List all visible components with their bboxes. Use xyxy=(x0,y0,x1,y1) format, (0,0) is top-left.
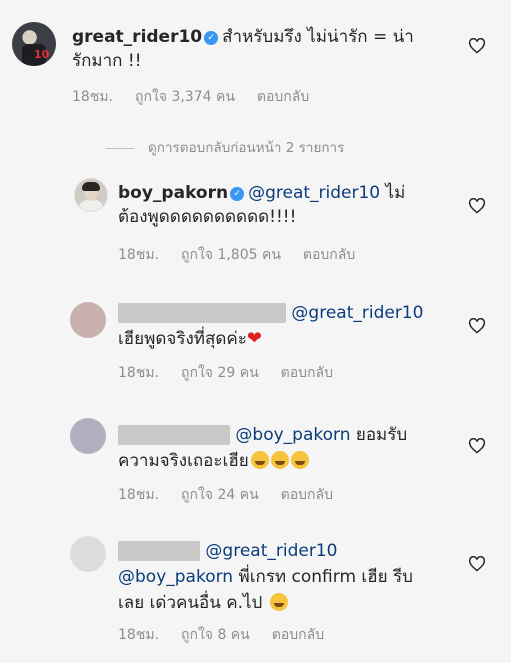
timestamp: 18ชม. xyxy=(118,247,159,263)
comment-text: @great_rider10 xyxy=(118,302,423,324)
heart-outline-icon[interactable] xyxy=(468,437,486,454)
like-count[interactable]: ถูกใจ 24 คน xyxy=(181,487,259,503)
timestamp: 18ชม. xyxy=(118,487,159,503)
verified-badge-icon: ✓ xyxy=(230,187,245,201)
rofl-emoji-icon xyxy=(290,451,309,469)
mention-link[interactable]: @great_rider10 xyxy=(205,541,337,561)
like-count[interactable]: ถูกใจ 1,805 คน xyxy=(181,247,281,263)
mention-link[interactable]: @boy_pakorn xyxy=(235,425,350,445)
like-count[interactable]: ถูกใจ 3,374 คน xyxy=(135,89,235,105)
timestamp: 18ชม. xyxy=(72,89,113,105)
verified-badge-icon: ✓ xyxy=(204,31,219,45)
view-previous-replies[interactable]: ดูการตอบกลับก่อนหน้า 2 รายการ xyxy=(106,136,344,158)
heart-outline-icon[interactable] xyxy=(468,37,486,54)
redacted-username xyxy=(118,425,230,445)
redacted-username xyxy=(118,303,286,323)
comment-text-line2: @boy_pakorn พี่เกรท confirm เฮีย รีบ xyxy=(118,567,413,587)
rofl-emoji-icon xyxy=(270,451,289,469)
comment-meta: 18ชม. ถูกใจ 3,374 คน ตอบกลับ xyxy=(72,86,331,108)
heart-outline-icon[interactable] xyxy=(468,197,486,214)
like-count[interactable]: ถูกใจ 29 คน xyxy=(181,365,259,381)
heart-outline-icon[interactable] xyxy=(468,317,486,334)
comment-text: great_rider10 ✓ สำหรับมรึง ไม่น่ารัก = น่า xyxy=(72,27,414,47)
avatar[interactable] xyxy=(70,302,106,338)
mention-link[interactable]: @boy_pakorn xyxy=(118,567,233,587)
reply-button[interactable]: ตอบกลับ xyxy=(272,627,324,643)
comment-text-line2: เฮียพูดจริงที่สุดค่ะ❤ xyxy=(118,328,263,349)
avatar[interactable] xyxy=(74,178,108,212)
heart-outline-icon[interactable] xyxy=(468,555,486,572)
comment-text: @boy_pakorn ยอมรับ xyxy=(118,424,407,446)
mention-link[interactable]: @great_rider10 xyxy=(248,183,380,203)
reply-button[interactable]: ตอบกลับ xyxy=(257,89,309,105)
comment-text-line2: ต้องพูดดดดดดดดดด!!!! xyxy=(118,207,297,227)
comment-text-line2: รักมาก !! xyxy=(72,51,142,71)
redacted-username xyxy=(118,541,200,561)
comment-text-line2: ความจริงเถอะเฮีย xyxy=(118,450,309,472)
comment-text: @great_rider10 xyxy=(118,540,337,562)
reply-button[interactable]: ตอบกลับ xyxy=(281,365,333,381)
comment-text: boy_pakorn ✓ @great_rider10 ไม่ xyxy=(118,183,406,203)
username[interactable]: boy_pakorn xyxy=(118,183,228,203)
red-heart-emoji-icon: ❤ xyxy=(246,328,263,349)
rofl-emoji-icon xyxy=(250,451,269,469)
comment-meta: 18ชม. ถูกใจ 29 คน ตอบกลับ xyxy=(118,362,355,384)
comment-meta: 18ชม. ถูกใจ 1,805 คน ตอบกลับ xyxy=(118,244,377,266)
comment-text-line3: เลย เด่วคนอื่น ค.ไป xyxy=(118,592,288,614)
reply-button[interactable]: ตอบกลับ xyxy=(303,247,355,263)
username[interactable]: great_rider10 xyxy=(72,27,202,47)
timestamp: 18ชม. xyxy=(118,627,159,643)
like-count[interactable]: ถูกใจ 8 คน xyxy=(181,627,250,643)
comment-meta: 18ชม. ถูกใจ 8 คน ตอบกลับ xyxy=(118,624,346,646)
avatar[interactable] xyxy=(70,418,106,454)
timestamp: 18ชม. xyxy=(118,365,159,381)
mention-link[interactable]: @great_rider10 xyxy=(291,303,423,323)
avatar[interactable] xyxy=(70,536,106,572)
avatar[interactable]: 10 xyxy=(12,22,56,66)
grinning-sweat-emoji-icon xyxy=(269,593,288,611)
reply-button[interactable]: ตอบกลับ xyxy=(281,487,333,503)
divider xyxy=(106,147,134,149)
comment-meta: 18ชม. ถูกใจ 24 คน ตอบกลับ xyxy=(118,484,355,506)
